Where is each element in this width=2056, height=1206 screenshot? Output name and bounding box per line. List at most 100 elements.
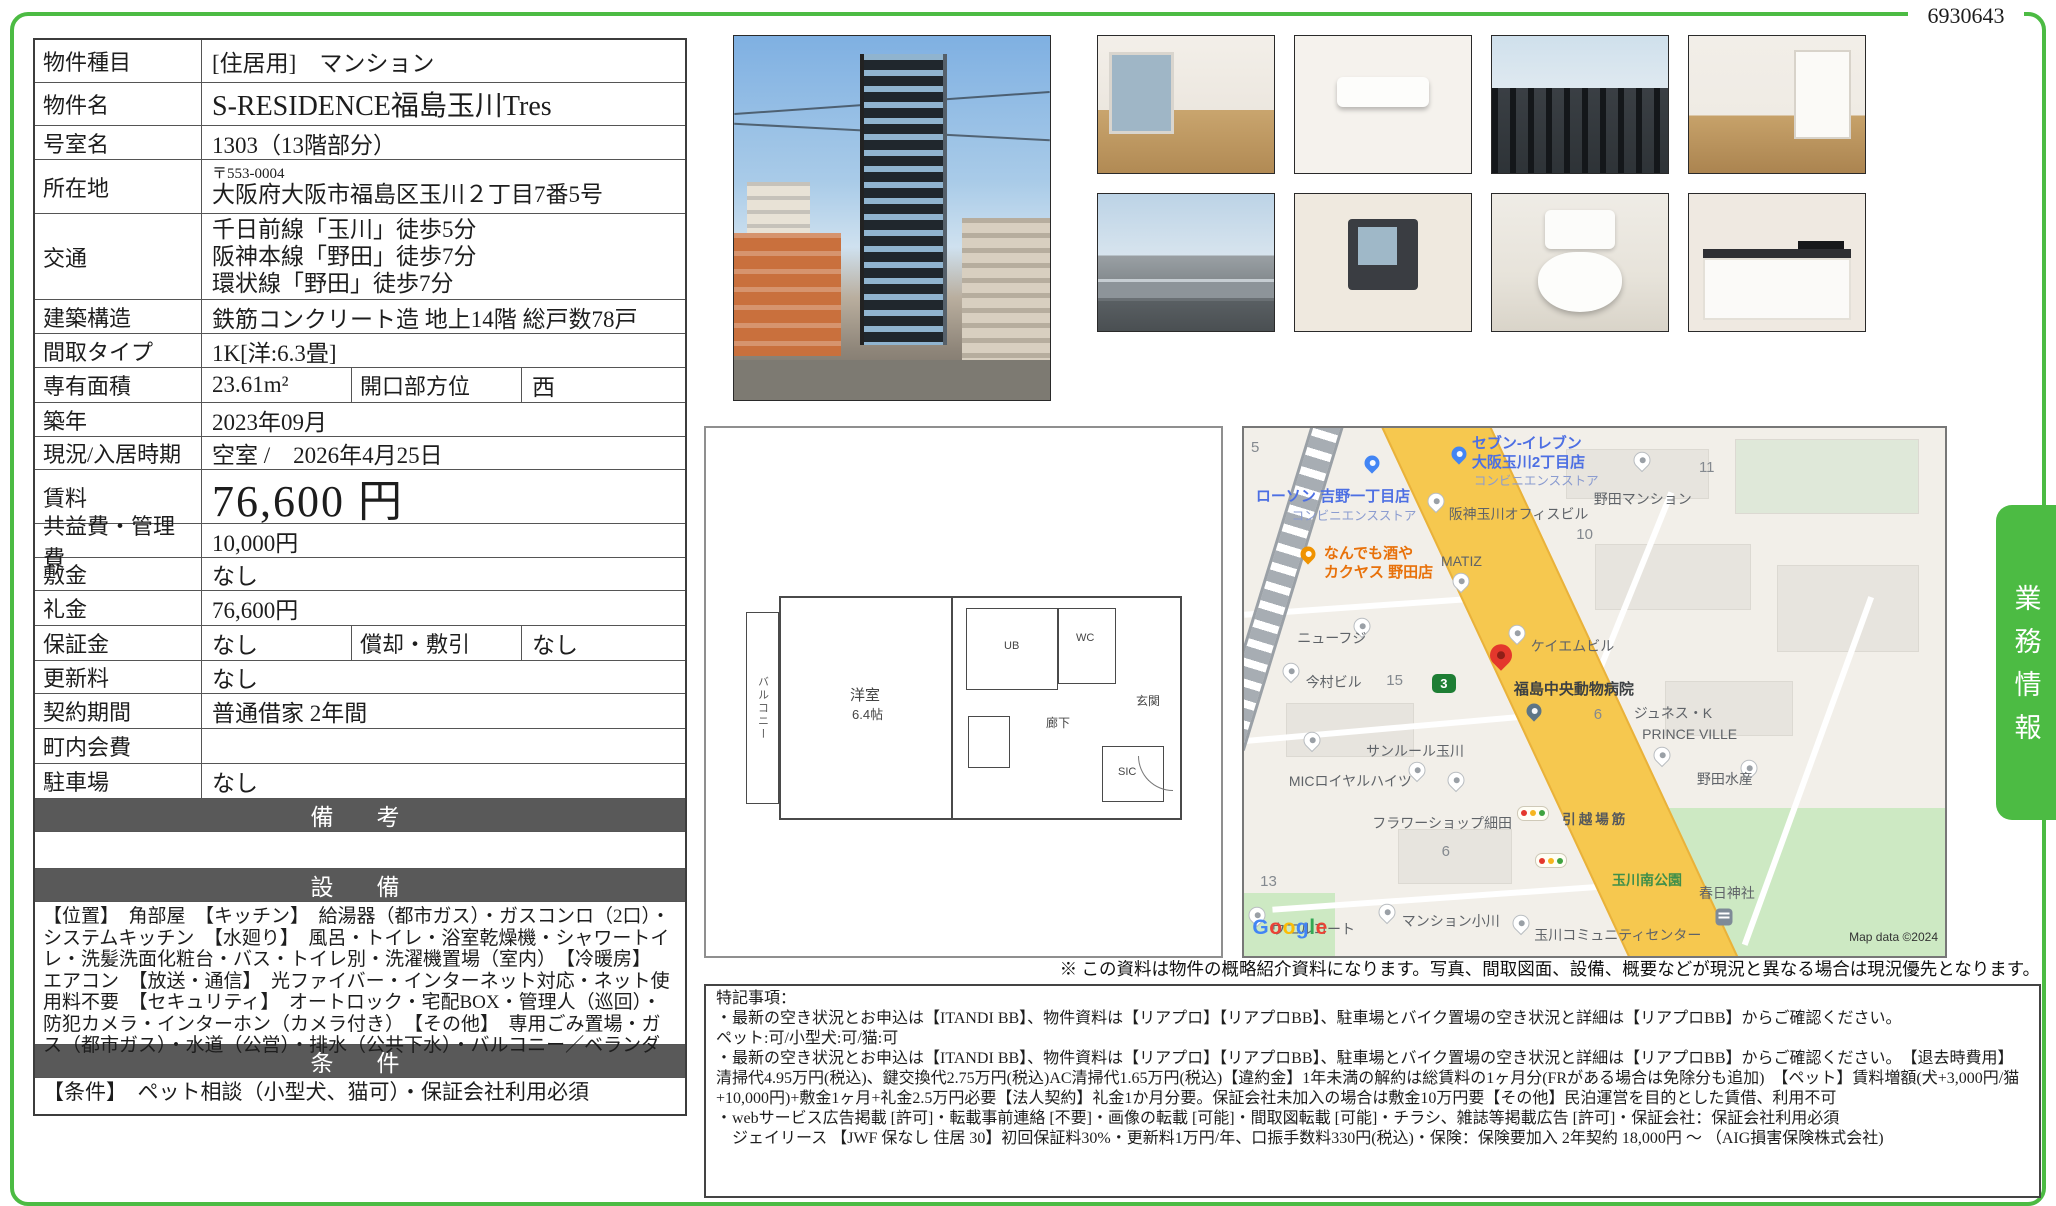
equipment-header: 設 備: [35, 869, 685, 902]
map-pin-lawson: [1362, 453, 1383, 474]
row-label: 建築構造: [35, 300, 202, 333]
row-label: 駐車場: [35, 764, 202, 798]
row-value: 鉄筋コンクリート造 地上14階 総戸数78戸: [202, 300, 685, 333]
map-label: マンション小川: [1402, 911, 1500, 931]
table-row: 更新料なし: [35, 661, 685, 694]
row-label: 物件名: [35, 83, 202, 125]
map-label: 15: [1386, 672, 1403, 689]
map-label: MICロイヤルハイツ: [1289, 771, 1412, 791]
map-label: 6: [1442, 843, 1450, 860]
map-label: フラワーショップ細田: [1372, 813, 1512, 833]
row-label: 敷金: [35, 558, 202, 590]
main-building: [860, 54, 947, 345]
highway: [1098, 279, 1274, 301]
disclaimer-text: ※ この資料は物件の概略紹介資料になります。写真、間取図面、設備、概要などが現況…: [540, 956, 2040, 981]
row-label: 所在地: [35, 160, 202, 213]
city-block: [1398, 829, 1512, 884]
remarks-header: 備 考: [35, 799, 685, 832]
rent-value: 76,600 円: [202, 470, 685, 523]
map-label: ケイエムビル: [1531, 636, 1615, 656]
door: [1794, 50, 1851, 139]
row-label: 町内会費: [35, 729, 202, 763]
row-label: 交通: [35, 214, 202, 299]
balcony-railing: [1492, 88, 1668, 173]
row-value: 1K[洋:6.3畳]: [202, 334, 685, 367]
sic-label: SIC: [1118, 766, 1136, 778]
floor-plan: バルコニー 洋室 6.4帖 廊下 玄関 SIC UB WC: [746, 596, 1182, 820]
row-value: なし: [202, 626, 352, 660]
row-label: 共益費・管理費: [35, 524, 202, 557]
access-line: 環状線「野田」徒歩7分: [212, 270, 454, 297]
traffic-light-icon: [1517, 806, 1549, 821]
floor-plan-box: バルコニー 洋室 6.4帖 廊下 玄関 SIC UB WC: [704, 426, 1223, 958]
property-name: S-RESIDENCE福島玉川Tres: [202, 83, 685, 125]
row-value: 23.61m²: [202, 368, 352, 402]
table-row: 物件種目[住居用] マンション: [35, 40, 685, 83]
row-value: 10,000円: [202, 524, 685, 557]
street-address: 大阪府大阪市福島区玉川２丁目7番5号: [212, 182, 603, 208]
row-value: 普通借家 2年間: [202, 694, 685, 728]
map-pin-imamura-bldg: [1279, 659, 1303, 683]
address-cell: 〒553-0004 大阪府大阪市福島区玉川２丁目7番5号: [202, 160, 685, 213]
table-row: 礼金76,600円: [35, 591, 685, 626]
google-logo: Google: [1252, 916, 1327, 940]
room-label: 洋室: [850, 684, 880, 705]
map-pin-prince-ville: [1650, 743, 1674, 767]
business-info-tab[interactable]: 業務情報: [1996, 505, 2056, 820]
access-cell: 千日前線「玉川」徒歩5分 阪神本線「野田」徒歩7分 環状線「野田」徒歩7分: [202, 214, 685, 299]
neighbor-building: [734, 233, 841, 357]
row-value: なし: [202, 661, 685, 693]
conditions-text: 【条件】 ペット相談（小型犬、猫可）・保証会社利用必須: [35, 1078, 597, 1114]
row-value: なし: [522, 626, 685, 660]
entrance-label: 玄関: [1136, 692, 1160, 709]
photo-toilet: [1491, 193, 1669, 332]
map-label: 福島中央動物病院: [1514, 678, 1634, 699]
traffic-light-icon: [1535, 853, 1567, 868]
map-label: 11: [1699, 459, 1715, 476]
table-row: 駐車場なし: [35, 764, 685, 799]
map-pin-flower-shop-hosoda: [1444, 768, 1468, 792]
map-label: なんでも酒や: [1324, 542, 1413, 563]
hall-label: 廊下: [1046, 714, 1070, 731]
table-row: 建築構造鉄筋コンクリート造 地上14階 総戸数78戸: [35, 300, 685, 334]
map-label: 13: [1260, 873, 1277, 890]
city-block: [1595, 544, 1751, 609]
intercom-screen: [1358, 227, 1397, 265]
row-label: 築年: [35, 403, 202, 436]
row-label: 礼金: [35, 591, 202, 625]
map-label: 玉川南公園: [1612, 870, 1682, 890]
stove: [1798, 241, 1844, 249]
note-paragraph: ジェイリース 【JWF 保なし 住居 30】初回保証料30%・更新料1万円/年、…: [716, 1129, 2029, 1149]
note-paragraph: ・webサービス広告掲載 [許可]・転載事前連絡 [不要]・画像の転載 [可能]…: [716, 1109, 2029, 1129]
row-value: 1303（13階部分）: [202, 126, 685, 159]
special-notes-box: 特記事項：・最新の空き状況とお申込は【ITANDI BB】、物件資料は【リアプロ…: [704, 984, 2041, 1198]
ub-label: UB: [1004, 640, 1019, 652]
photo-balcony: [1491, 35, 1669, 174]
map-label: 阪神玉川オフィスビル: [1449, 504, 1589, 524]
access-line: 千日前線「玉川」徒歩5分: [212, 216, 477, 243]
remarks-body: [35, 832, 685, 869]
note-paragraph: ペット:可/小型犬:可/猫:可: [716, 1029, 2029, 1049]
row-value: なし: [202, 558, 685, 590]
row-value: 西: [522, 368, 685, 402]
map-pin-community-center: [1509, 911, 1533, 935]
map-label: ローソン 吉野一丁目店: [1256, 485, 1410, 506]
row-value: [住居用] マンション: [202, 40, 685, 82]
photo-grid: [1097, 35, 1866, 332]
map-label: コンビニエンスストア: [1292, 505, 1417, 524]
map-label: 野田マンション: [1594, 489, 1692, 509]
map-label: カクヤス 野田店: [1324, 561, 1433, 582]
room-size-label: 6.4帖: [852, 704, 883, 723]
table-row: 築年2023年09月: [35, 403, 685, 437]
city-block: [1735, 439, 1919, 515]
row-value: 2023年09月: [202, 403, 685, 436]
map-attribution: Map data ©2024: [1849, 930, 1938, 944]
table-row: 町内会費: [35, 729, 685, 764]
toilet-bowl: [1538, 252, 1622, 312]
photo-room-hallway: [1688, 35, 1866, 174]
row-label: 契約期間: [35, 694, 202, 728]
photo-room-interior: [1097, 35, 1275, 174]
table-row: 交通 千日前線「玉川」徒歩5分 阪神本線「野田」徒歩7分 環状線「野田」徒歩7分: [35, 214, 685, 300]
row-value: 76,600円: [202, 591, 685, 625]
row-label: 保証金: [35, 626, 202, 660]
